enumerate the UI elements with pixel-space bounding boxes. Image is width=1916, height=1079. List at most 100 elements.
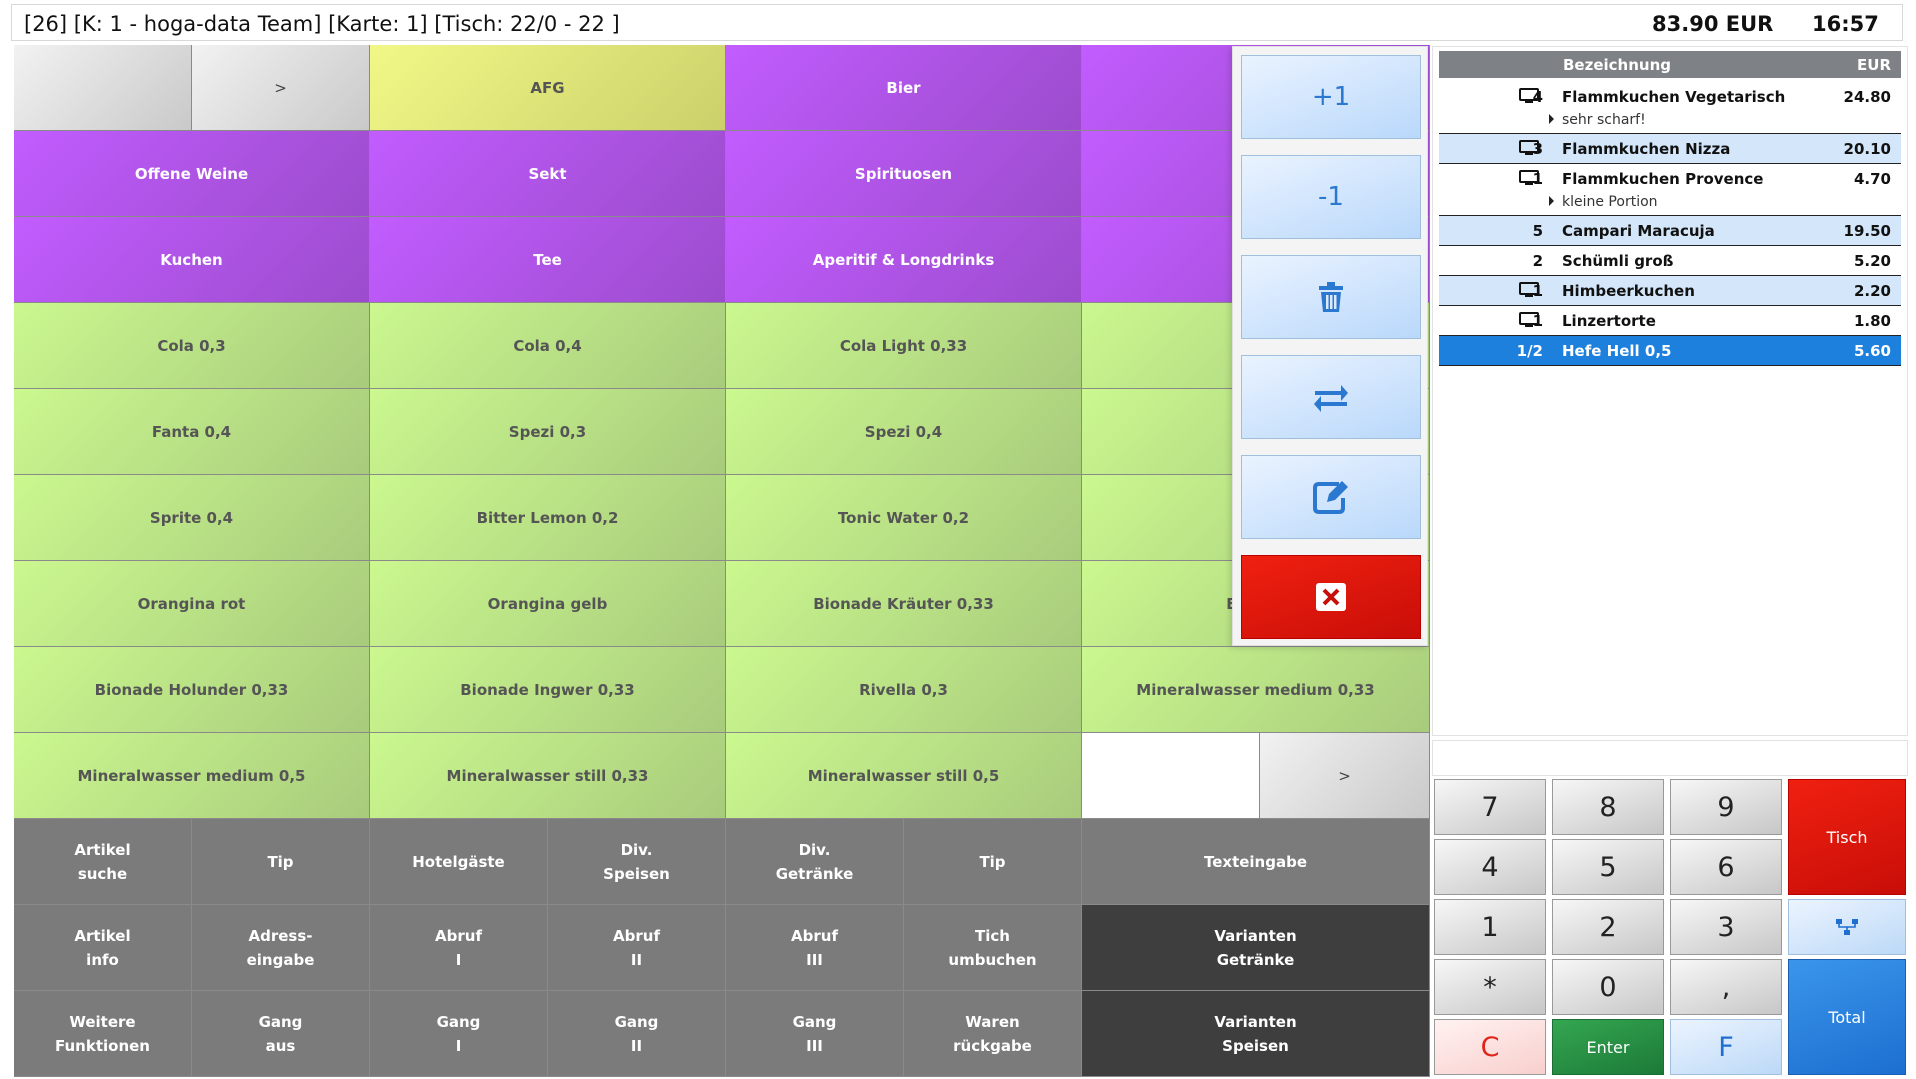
order-qty: 4 <box>1532 88 1543 106</box>
category-aperitif[interactable]: Aperitif & Longdrinks <box>726 217 1082 303</box>
varianten-getraenke-button[interactable]: Varianten Getränke <box>1082 905 1430 991</box>
key-f[interactable]: F <box>1670 1019 1782 1075</box>
function-button[interactable]: Tich umbuchen <box>904 905 1082 991</box>
article-button[interactable]: Mineralwasser medium 0,5 <box>14 733 370 819</box>
entry-display[interactable] <box>1432 740 1908 776</box>
article-next-page-button[interactable]: > <box>1260 733 1430 819</box>
article-button[interactable]: Sprite 0,4 <box>14 475 370 561</box>
function-button[interactable]: Gang II <box>548 991 726 1077</box>
key-star[interactable]: * <box>1434 959 1546 1015</box>
order-price: 4.70 <box>1853 170 1891 188</box>
function-button[interactable]: Abruf III <box>726 905 904 991</box>
article-button[interactable]: Bionade Holunder 0,33 <box>14 647 370 733</box>
article-button[interactable]: Mineralwasser still 0,5 <box>726 733 1082 819</box>
varianten-speisen-button[interactable]: Varianten Speisen <box>1082 991 1430 1077</box>
function-button[interactable]: Tip <box>904 819 1082 905</box>
nav-next-button[interactable]: > <box>192 45 370 131</box>
article-button[interactable]: Tonic Water 0,2 <box>726 475 1082 561</box>
edit-button[interactable] <box>1241 455 1421 539</box>
order-qty: 3 <box>1532 140 1543 158</box>
key-0[interactable]: 0 <box>1552 959 1664 1015</box>
key-clear[interactable]: C <box>1434 1019 1546 1075</box>
function-button[interactable]: Waren rückgabe <box>904 991 1082 1077</box>
category-offene-weine[interactable]: Offene Weine <box>14 131 370 217</box>
header-bar: [26] [K: 1 - hoga-data Team] [Karte: 1] … <box>11 4 1903 41</box>
function-button[interactable]: Tip <box>192 819 370 905</box>
order-row[interactable]: 3 Flammkuchen Nizza 20.10 <box>1439 134 1901 164</box>
article-button[interactable]: Fanta 0,4 <box>14 389 370 475</box>
function-button[interactable]: Abruf I <box>370 905 548 991</box>
article-button[interactable]: Bionade Kräuter 0,33 <box>726 561 1082 647</box>
order-row[interactable]: 2 Schümli groß 5.20 <box>1439 246 1901 276</box>
category-afg[interactable]: AFG <box>370 45 726 131</box>
key-2[interactable]: 2 <box>1552 899 1664 955</box>
split-button[interactable] <box>1788 899 1906 955</box>
order-price: 2.20 <box>1853 282 1891 300</box>
order-item-name: Hefe Hell 0,5 <box>1562 342 1672 360</box>
function-button[interactable]: Gang aus <box>192 991 370 1077</box>
article-button[interactable]: Cola 0,4 <box>370 303 726 389</box>
texteingabe-button[interactable]: Texteingabe <box>1082 819 1430 905</box>
plus-one-button[interactable]: +1 <box>1241 55 1421 139</box>
order-row[interactable]: 5 Campari Maracuja 19.50 <box>1439 216 1901 246</box>
order-price: 5.20 <box>1853 252 1891 270</box>
minus-one-button[interactable]: -1 <box>1241 155 1421 239</box>
category-sekt[interactable]: Sekt <box>370 131 726 217</box>
col-name-header: Bezeichnung <box>1563 56 1671 74</box>
article-button[interactable]: Mineralwasser still 0,33 <box>370 733 726 819</box>
category-tee[interactable]: Tee <box>370 217 726 303</box>
total-button[interactable]: Total <box>1788 959 1906 1075</box>
enter-button[interactable]: Enter <box>1552 1019 1664 1075</box>
article-button[interactable]: Mineralwasser medium 0,33 <box>1082 647 1430 733</box>
article-button[interactable]: Bitter Lemon 0,2 <box>370 475 726 561</box>
order-qty: 5 <box>1532 222 1543 240</box>
article-button[interactable]: Orangina rot <box>14 561 370 647</box>
function-button[interactable]: Gang I <box>370 991 548 1077</box>
order-item-name: Flammkuchen Provence <box>1562 170 1764 188</box>
order-row[interactable]: 1 Himbeerkuchen 2.20 <box>1439 276 1901 306</box>
function-button[interactable]: Artikel info <box>14 905 192 991</box>
order-row[interactable]: 4 Flammkuchen Vegetarisch 24.80 sehr scharf… <box>1439 82 1901 134</box>
article-button[interactable]: Cola 0,3 <box>14 303 370 389</box>
key-1[interactable]: 1 <box>1434 899 1546 955</box>
order-row[interactable]: 1 Linzertorte 1.80 <box>1439 306 1901 336</box>
article-button[interactable]: Cola Light 0,33 <box>726 303 1082 389</box>
caret-right-icon <box>1549 114 1554 124</box>
key-6[interactable]: 6 <box>1670 839 1782 895</box>
nav-empty-button[interactable] <box>14 45 192 131</box>
function-button[interactable]: Artikel suche <box>14 819 192 905</box>
close-popup-button[interactable] <box>1241 555 1421 639</box>
function-button[interactable]: Gang III <box>726 991 904 1077</box>
key-comma[interactable]: , <box>1670 959 1782 1015</box>
article-button[interactable]: Spezi 0,3 <box>370 389 726 475</box>
article-button[interactable]: Rivella 0,3 <box>726 647 1082 733</box>
function-button[interactable]: Div. Speisen <box>548 819 726 905</box>
article-button[interactable]: Spezi 0,4 <box>726 389 1082 475</box>
function-button[interactable]: Abruf II <box>548 905 726 991</box>
category-spirituosen[interactable]: Spirituosen <box>726 131 1082 217</box>
category-kuchen[interactable]: Kuchen <box>14 217 370 303</box>
order-row[interactable]: 1 Flammkuchen Provence 4.70 kleine Portion <box>1439 164 1901 216</box>
function-button[interactable]: Adress- eingabe <box>192 905 370 991</box>
key-8[interactable]: 8 <box>1552 779 1664 835</box>
key-5[interactable]: 5 <box>1552 839 1664 895</box>
function-button[interactable]: Hotelgäste <box>370 819 548 905</box>
article-button[interactable]: Orangina gelb <box>370 561 726 647</box>
function-button[interactable]: Div. Getränke <box>726 819 904 905</box>
order-item-name: Flammkuchen Nizza <box>1562 140 1731 158</box>
key-4[interactable]: 4 <box>1434 839 1546 895</box>
function-button[interactable]: Weitere Funktionen <box>14 991 192 1077</box>
tisch-button[interactable]: Tisch <box>1788 779 1906 895</box>
delete-button[interactable] <box>1241 255 1421 339</box>
article-button[interactable]: Bionade Ingwer 0,33 <box>370 647 726 733</box>
order-qty: 1 <box>1532 282 1543 300</box>
key-9[interactable]: 9 <box>1670 779 1782 835</box>
key-3[interactable]: 3 <box>1670 899 1782 955</box>
order-note: sehr scharf! <box>1549 112 1646 128</box>
order-qty: 1 <box>1532 312 1543 330</box>
order-row[interactable]: 1/2 Hefe Hell 0,5 5.60 <box>1439 336 1901 366</box>
category-bier[interactable]: Bier <box>726 45 1082 131</box>
order-price: 19.50 <box>1843 222 1891 240</box>
key-7[interactable]: 7 <box>1434 779 1546 835</box>
transfer-button[interactable] <box>1241 355 1421 439</box>
